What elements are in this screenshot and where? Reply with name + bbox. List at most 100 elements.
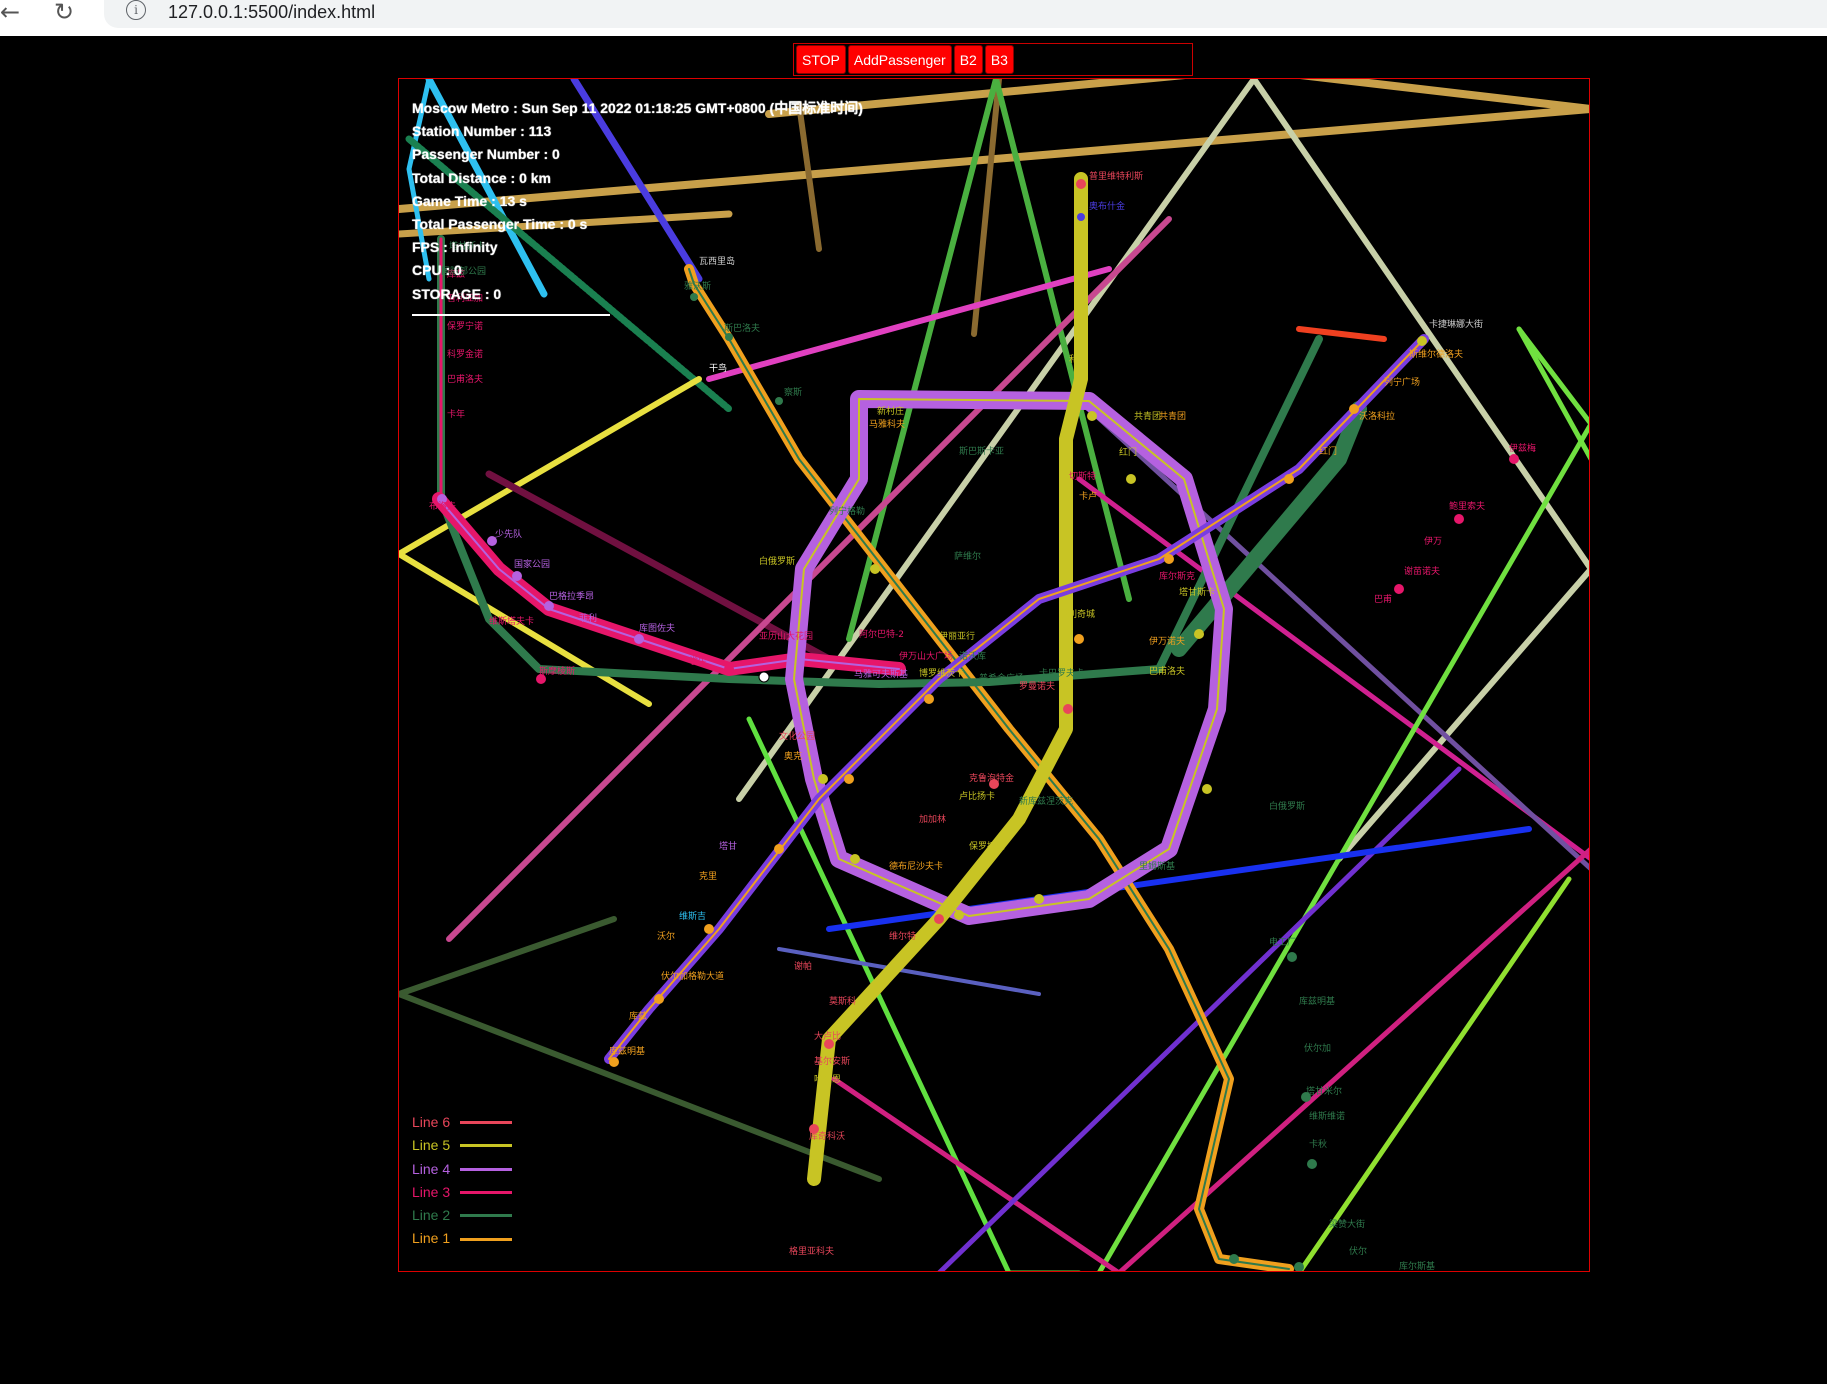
svg-text:库兹: 库兹 [629, 1010, 647, 1022]
station-dot [1164, 554, 1174, 564]
svg-text:红门: 红门 [1119, 446, 1137, 458]
svg-text:新村庄: 新村庄 [877, 405, 904, 417]
reload-icon[interactable]: ↻ [54, 0, 74, 28]
b3-button[interactable]: B3 [984, 45, 1014, 74]
svg-text:白俄罗斯: 白俄罗斯 [759, 555, 795, 567]
svg-text:梁赞大街: 梁赞大街 [1329, 1218, 1365, 1230]
svg-text:巴甫洛夫: 巴甫洛夫 [1149, 665, 1185, 677]
svg-text:斯摩棱斯: 斯摩棱斯 [539, 665, 575, 677]
legend-swatch [460, 1121, 513, 1125]
station-dot [1454, 514, 1464, 524]
svg-text:亚历山大花园: 亚历山大花园 [759, 630, 813, 642]
svg-text:沃尔: 沃尔 [657, 930, 675, 942]
line-6-track [604, 334, 1429, 1064]
svg-text:塔甘: 塔甘 [719, 840, 737, 852]
svg-text:伏尔: 伏尔 [1349, 1245, 1367, 1257]
svg-text:库尔斯克: 库尔斯克 [1159, 570, 1195, 582]
station-dot [1294, 1262, 1304, 1271]
svg-text:巴甫洛夫: 巴甫洛夫 [447, 373, 483, 385]
svg-text:谢帕: 谢帕 [794, 960, 812, 972]
browser-bar: ← ↻ i 127.0.0.1:5500/index.html [0, 0, 1827, 36]
svg-text:斯巴斯卡亚: 斯巴斯卡亚 [959, 445, 1004, 457]
legend-swatch [460, 1144, 513, 1148]
legend-swatch [460, 1237, 513, 1241]
url-text[interactable]: 127.0.0.1:5500/index.html [168, 0, 375, 24]
station-dot [724, 664, 734, 674]
svg-text:共青团: 共青团 [1159, 410, 1186, 422]
legend-item: Line 5 [412, 1134, 513, 1157]
svg-text:伊万山大广场: 伊万山大广场 [899, 650, 953, 662]
cpu: CPU : 0 [412, 262, 462, 279]
info-icon[interactable]: i [126, 0, 146, 20]
svg-text:文化公园: 文化公园 [779, 730, 815, 742]
svg-text:哈得恩: 哈得恩 [814, 1073, 841, 1085]
station-dot [1229, 1254, 1239, 1264]
station-dot [654, 994, 664, 1004]
station-dot [844, 774, 854, 784]
svg-text:布洛夫: 布洛夫 [429, 500, 456, 512]
station-dot [1417, 336, 1427, 346]
svg-text:维斯塔夫卡: 维斯塔夫卡 [489, 615, 534, 627]
svg-text:马雅科夫: 马雅科夫 [869, 418, 905, 430]
station-dot [1509, 454, 1519, 464]
svg-text:共青团: 共青团 [1134, 410, 1161, 422]
metro-map-canvas[interactable]: 普里维特利斯 奥布什金 瓦西里岛 雅沃斯 斯巴洛夫 干鸟 察斯 马雅科夫 斯巴斯… [398, 78, 1590, 1272]
legend-label: Line 5 [412, 1137, 451, 1154]
station-dot [1284, 474, 1294, 484]
legend-swatch [460, 1191, 513, 1195]
svg-text:伏尔加格勒大道: 伏尔加格勒大道 [661, 970, 724, 982]
svg-text:伊万: 伊万 [1424, 535, 1442, 547]
legend-label: Line 1 [412, 1230, 451, 1247]
svg-text:库尔斯基: 库尔斯基 [1399, 1260, 1435, 1272]
svg-text:电工厂: 电工厂 [1269, 936, 1296, 948]
svg-text:新库兹涅茨克: 新库兹涅茨克 [1019, 795, 1073, 807]
svg-text:塔甘米尔: 塔甘米尔 [1306, 1085, 1342, 1097]
svg-text:伊利奇城: 伊利奇城 [1059, 608, 1095, 620]
game-time: Game Time : 13 s [412, 192, 527, 209]
svg-text:科罗金诺: 科罗金诺 [447, 348, 483, 360]
address-bar[interactable]: i 127.0.0.1:5500/index.html [104, 0, 1827, 28]
legend-item: Line 4 [412, 1158, 513, 1181]
station-dot [1034, 894, 1044, 904]
svg-text:库奇科沃: 库奇科沃 [809, 1130, 845, 1142]
svg-text:格里亚科夫: 格里亚科夫 [789, 1245, 834, 1257]
station-dot [512, 571, 522, 581]
legend-label: Line 6 [412, 1114, 451, 1130]
arrow-left-icon[interactable]: ← [0, 0, 20, 28]
svg-text:保罗捷列: 保罗捷列 [969, 840, 1005, 852]
svg-text:普希金广场: 普希金广场 [979, 672, 1024, 684]
svg-text:罗曼诺夫: 罗曼诺夫 [1019, 680, 1055, 692]
svg-text:卡秋: 卡秋 [1309, 1138, 1327, 1150]
svg-text:维斯吉: 维斯吉 [679, 910, 706, 922]
svg-text:伏尔加: 伏尔加 [1304, 1042, 1331, 1054]
svg-text:卡捷琳娜大街: 卡捷琳娜大街 [1429, 318, 1483, 330]
svg-text:斯维尔德洛夫: 斯维尔德洛夫 [1409, 348, 1463, 360]
station-dot [1087, 411, 1097, 421]
route-line [1336, 566, 1589, 862]
legend-label: Line 3 [412, 1183, 451, 1200]
b2-button[interactable]: B2 [953, 45, 983, 74]
svg-text:察斯: 察斯 [784, 386, 802, 398]
svg-text:莫斯科: 莫斯科 [829, 995, 856, 1007]
passenger-number: Passenger Number : 0 [412, 146, 560, 163]
stats-panel: Moscow Metro : Sun Sep 11 2022 01:18:25 … [412, 97, 863, 316]
svg-text:巴甫: 巴甫 [1374, 593, 1392, 605]
station-dot [544, 601, 554, 611]
station-dot [1394, 584, 1404, 594]
svg-text:维斯维诺: 维斯维诺 [1309, 1110, 1345, 1122]
station-dot [1063, 704, 1073, 714]
stats-divider [412, 313, 610, 316]
add-passenger-button[interactable]: AddPassenger [847, 45, 952, 74]
station-dot [954, 910, 964, 920]
svg-text:基尔安斯: 基尔安斯 [814, 1055, 850, 1067]
svg-text:克里: 克里 [699, 871, 717, 882]
svg-text:学生: 学生 [689, 655, 707, 667]
svg-text:萨维尔: 萨维尔 [954, 550, 981, 562]
station-dot [704, 924, 714, 934]
svg-text:库图佐夫: 库图佐夫 [639, 622, 675, 634]
station-dot [1287, 952, 1297, 962]
svg-text:博罗维茨卡: 博罗维茨卡 [919, 667, 964, 679]
stop-button[interactable]: STOP [796, 45, 846, 74]
storage: STORAGE : 0 [412, 285, 502, 302]
station-dot [725, 333, 733, 341]
